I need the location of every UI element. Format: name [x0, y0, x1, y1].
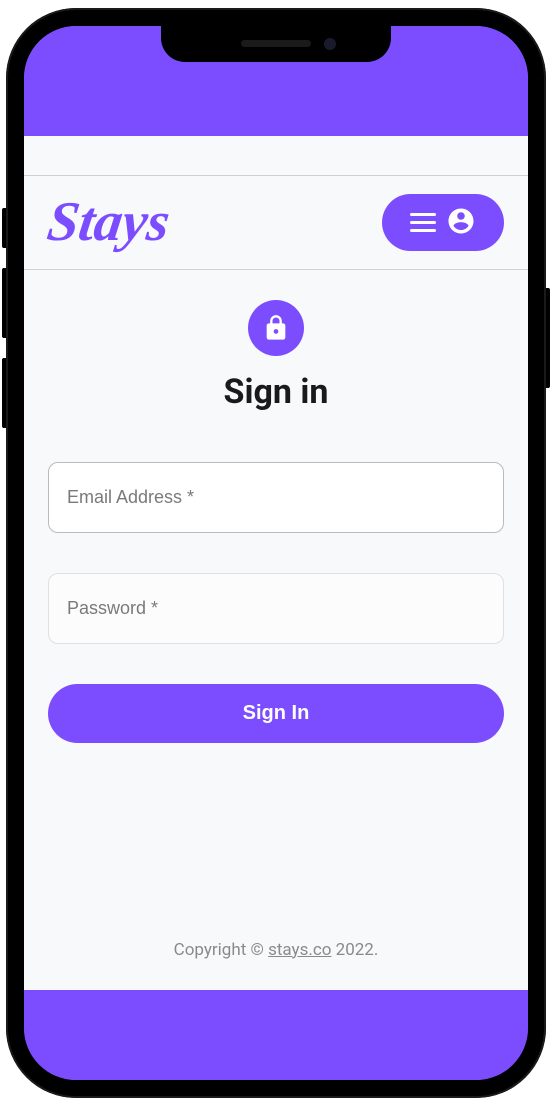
app-header: Stays [24, 176, 528, 270]
brand-logo: Stays [44, 194, 173, 250]
signin-button[interactable]: Sign In [48, 684, 504, 743]
page-title: Sign in [48, 372, 504, 412]
hamburger-icon [410, 213, 436, 232]
lock-icon [248, 300, 304, 356]
copyright-prefix: Copyright © [174, 940, 268, 960]
phone-screen: Stays Sign in Sign In [24, 26, 528, 1080]
menu-button[interactable] [382, 194, 504, 251]
copyright-text: Copyright © stays.co 2022. [48, 940, 504, 960]
top-spacer [24, 136, 528, 176]
user-icon [446, 206, 476, 239]
signin-form: Sign in Sign In Copyright © stays.co 202… [24, 270, 528, 990]
copyright-suffix: 2022. [331, 940, 378, 960]
email-field[interactable] [48, 462, 504, 533]
phone-device-frame: Stays Sign in Sign In [6, 8, 546, 1098]
bottom-bar [24, 990, 528, 1080]
app-content: Stays Sign in Sign In [24, 136, 528, 990]
site-link[interactable]: stays.co [268, 940, 331, 960]
footer: Copyright © stays.co 2022. [48, 920, 504, 990]
phone-notch [161, 26, 391, 62]
password-field[interactable] [48, 573, 504, 644]
